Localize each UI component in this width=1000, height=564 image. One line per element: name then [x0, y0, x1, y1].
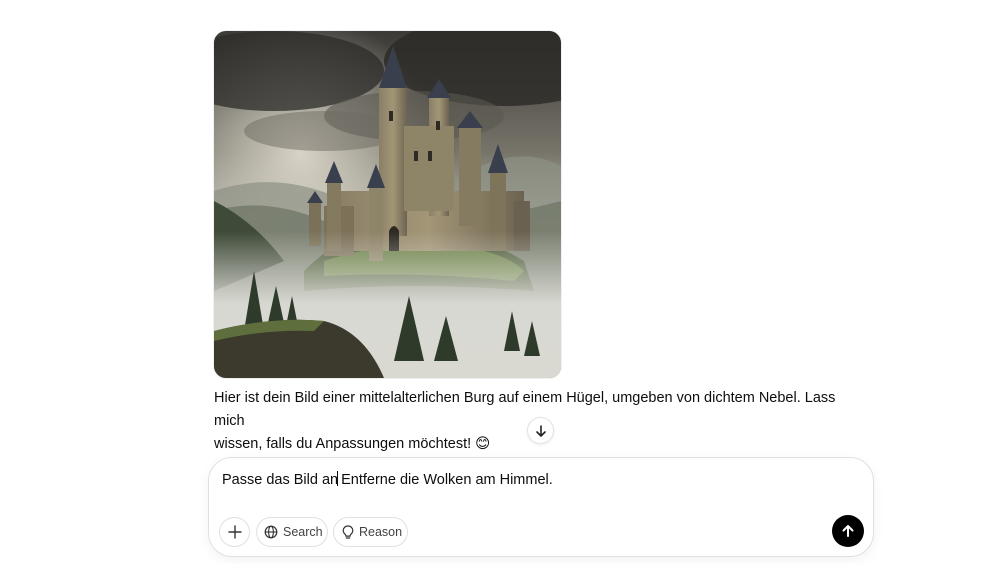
- attach-button[interactable]: [219, 517, 250, 547]
- generated-image[interactable]: [214, 31, 561, 378]
- send-button[interactable]: [832, 515, 864, 547]
- smile-emoji: 😊: [475, 436, 491, 452]
- reason-button-label: Reason: [359, 525, 403, 539]
- prompt-input[interactable]: Passe das Bild an Entferne die Wolken am…: [222, 471, 553, 488]
- reason-button[interactable]: Reason: [333, 517, 408, 547]
- prompt-text-after-caret: Entferne die Wolken am Himmel.: [337, 472, 553, 488]
- message-composer: Passe das Bild an Entferne die Wolken am…: [208, 457, 874, 557]
- search-button-label: Search: [283, 525, 323, 539]
- lightbulb-icon: [342, 524, 354, 540]
- arrow-up-icon: [840, 523, 856, 539]
- assistant-message-line-2-text: wissen, falls du Anpassungen möchtest!: [214, 436, 476, 452]
- plus-icon: [227, 525, 242, 539]
- prompt-text-before-caret: Passe das Bild an: [222, 472, 339, 488]
- arrow-down-icon: [534, 424, 548, 438]
- chat-page: Hier ist dein Bild einer mittelalterlich…: [0, 0, 1000, 564]
- scroll-to-bottom-button[interactable]: [527, 417, 554, 444]
- search-button[interactable]: Search: [256, 517, 328, 547]
- castle-illustration: [214, 31, 561, 378]
- globe-icon: [264, 525, 278, 539]
